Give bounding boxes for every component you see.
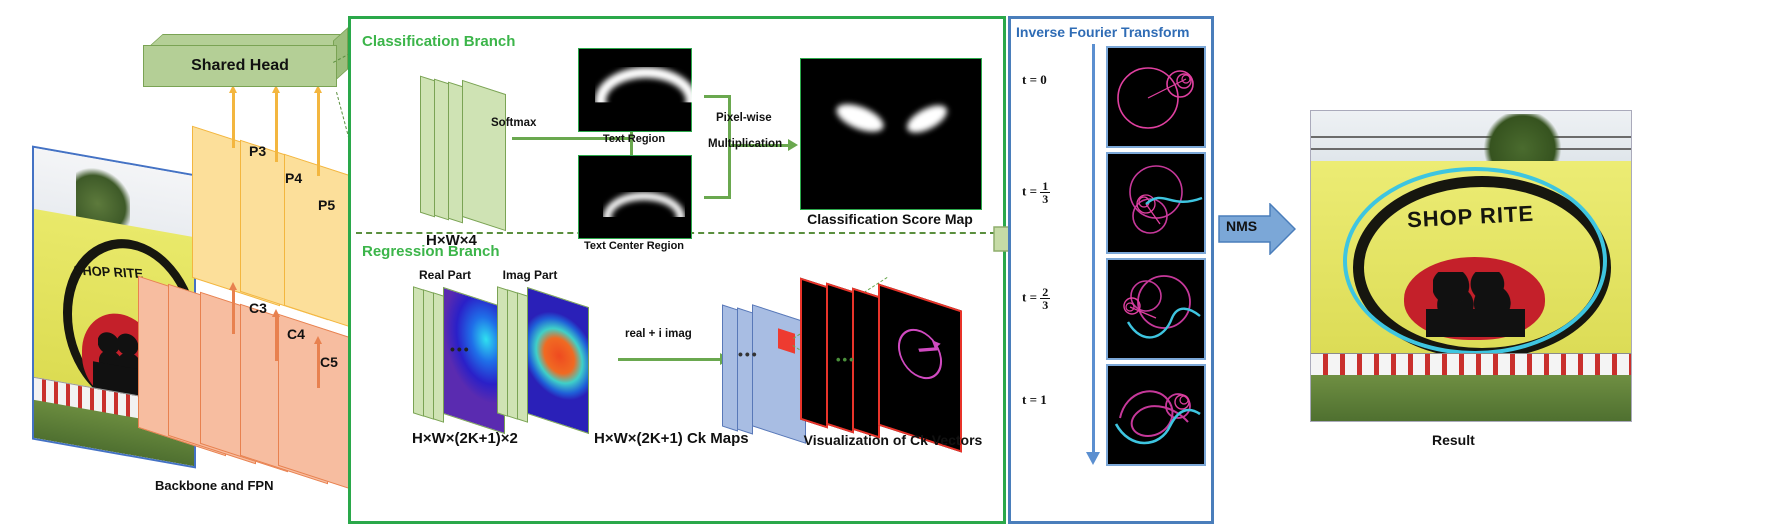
classification-branch-title: Classification Branch [362, 33, 516, 50]
ck-vectors-caption: Visualization of Ck Vectors [803, 432, 983, 448]
label-c3: C3 [249, 300, 267, 316]
imag-part-label: Imag Part [502, 268, 558, 282]
nms-label: NMS [1226, 218, 1258, 234]
label-c5: C5 [320, 354, 338, 370]
inverse-fourier-title: Inverse Fourier Transform [1016, 24, 1190, 40]
shared-head-block: Shared Head [143, 27, 357, 87]
time-label-1-denominator: 3 [1042, 192, 1049, 206]
ck-maps-ellipsis: ••• [738, 346, 759, 362]
result-dots [1432, 272, 1513, 313]
result-wire-2 [1311, 148, 1631, 151]
result-tree [1480, 114, 1564, 167]
ift-image-t0 [1106, 46, 1206, 148]
ck-maps-shape-label: H×W×(2K+1) Ck Maps [594, 430, 749, 447]
real-part-ellipsis: ••• [450, 341, 471, 357]
result-grass [1311, 374, 1631, 421]
time-label-3-prefix: t = [1022, 392, 1037, 407]
time-label-1-fraction: 1 3 [1040, 180, 1051, 206]
time-label-0-value: 0 [1040, 72, 1047, 87]
ift-image-t13 [1106, 152, 1206, 254]
real-part-label: Real Part [418, 268, 472, 282]
label-p5: P5 [318, 197, 336, 213]
result-guardrail [1311, 352, 1631, 377]
label-c4: C4 [287, 326, 305, 342]
text-center-region-caption: Text Center Region [583, 240, 685, 252]
result-wire-1 [1311, 135, 1631, 138]
text-center-region-map [578, 155, 692, 239]
merge-arrowhead [788, 139, 798, 151]
label-p4: P4 [285, 170, 303, 186]
merge-line-bottom [704, 196, 730, 199]
result-cart [1426, 309, 1526, 338]
classification-score-map [800, 58, 982, 210]
real-plus-i-imag-label: real + i imag [625, 328, 692, 340]
time-axis-line [1092, 44, 1095, 454]
result-caption: Result [1432, 432, 1475, 448]
classification-score-map-caption: Classification Score Map [807, 211, 973, 227]
time-label-1-prefix: t = [1022, 183, 1037, 199]
time-label-1: t = 1 3 [1022, 180, 1051, 206]
time-label-3-value: 1 [1040, 392, 1047, 407]
backbone-caption: Backbone and FPN [155, 478, 274, 493]
merge-line-top [704, 95, 730, 98]
ift-image-t23 [1106, 258, 1206, 360]
time-label-2-fraction: 2 3 [1040, 286, 1051, 312]
pixelwise-label-line2: Multiplication [708, 138, 783, 150]
label-p3: P3 [249, 143, 267, 159]
result-image: SHOP RITE [1310, 110, 1632, 422]
time-axis-arrowhead [1086, 452, 1100, 465]
time-label-3: t = 1 [1022, 392, 1047, 408]
regression-input-shape-label: H×W×(2K+1)×2 [412, 430, 518, 447]
text-region-caption: Text Region [602, 133, 666, 145]
shared-head-label: Shared Head [143, 45, 337, 87]
real-part-heatmap [443, 286, 505, 435]
pixelwise-label-line1: Pixel-wise [716, 112, 772, 124]
backbone-fpn-group: SHOP RITE C3 C4 C5 P3 P4 P5 Shared Head … [0, 0, 372, 530]
complex-combine-line [618, 358, 722, 361]
time-label-0-prefix: t = [1022, 72, 1037, 87]
softmax-label: Softmax [491, 117, 537, 129]
ift-image-t1 [1106, 364, 1206, 466]
time-label-2: t = 2 3 [1022, 286, 1051, 312]
regression-branch-title: Regression Branch [362, 243, 500, 260]
time-label-2-denominator: 3 [1042, 298, 1049, 312]
imag-part-heatmap [527, 286, 589, 435]
text-region-map [578, 48, 697, 132]
time-label-2-prefix: t = [1022, 289, 1037, 305]
time-label-0: t = 0 [1022, 72, 1047, 88]
